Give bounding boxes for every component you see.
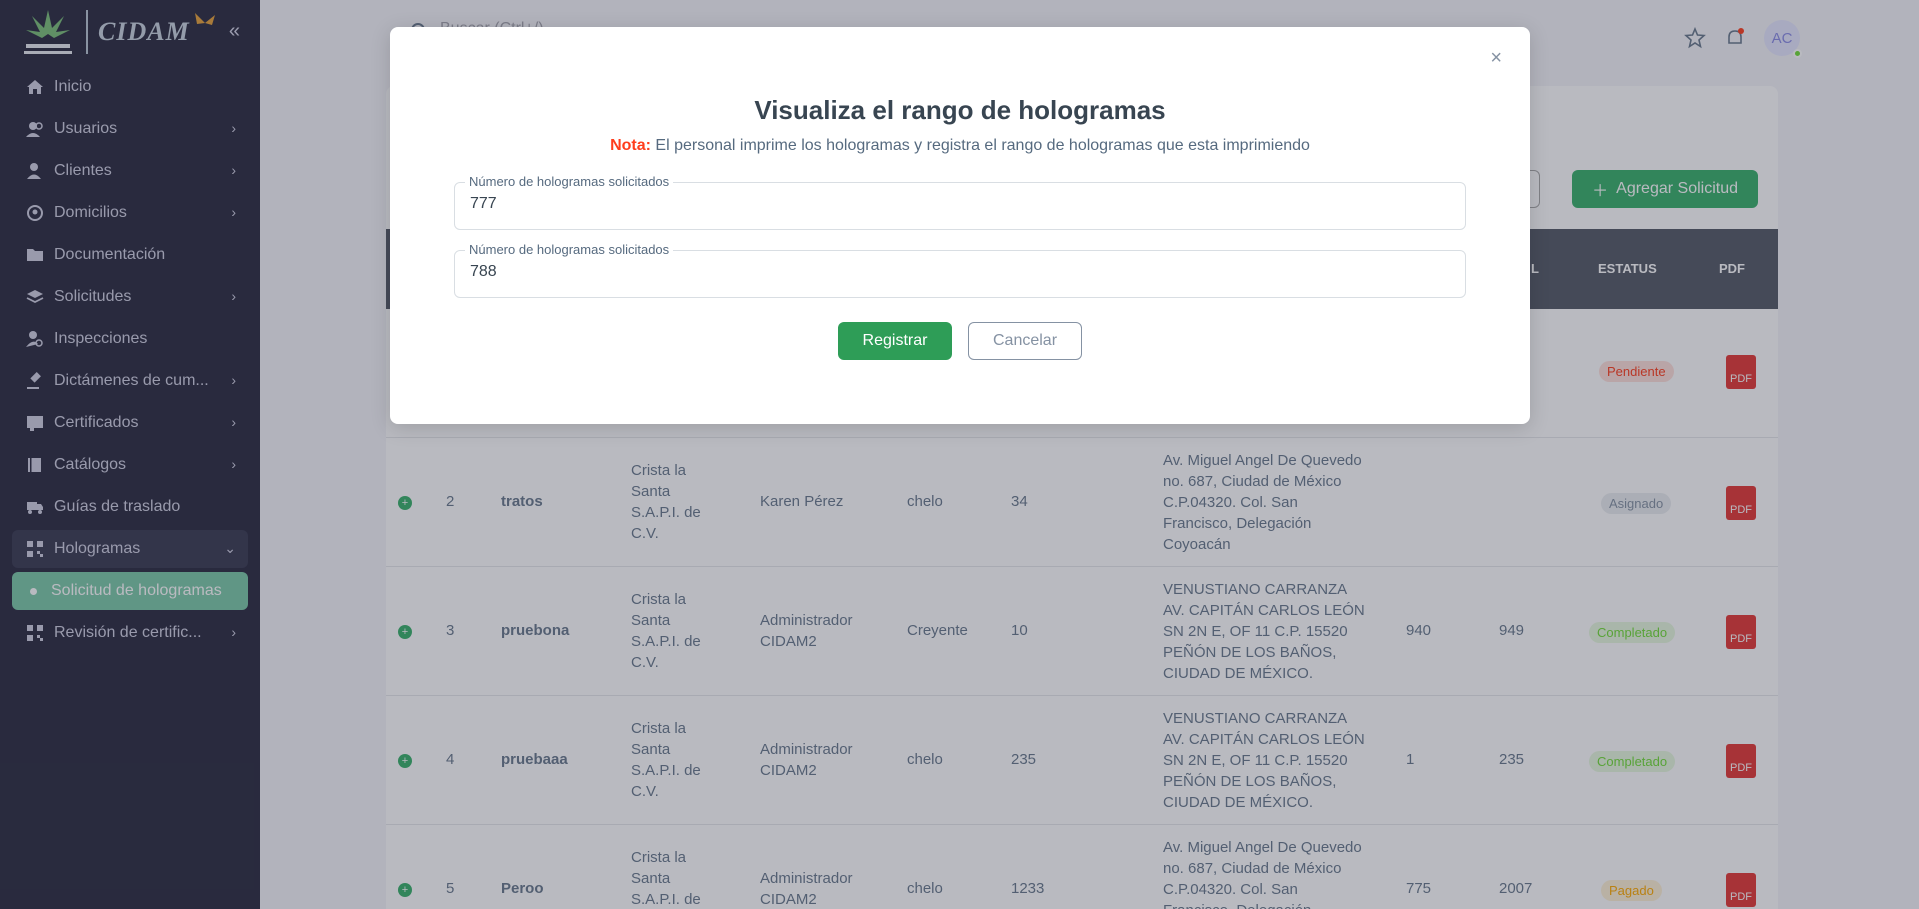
cancel-button[interactable]: Cancelar	[968, 322, 1082, 360]
holograms-end-field: Número de hologramas solicitados	[454, 242, 1466, 298]
holograms-start-label: Número de hologramas solicitados	[465, 174, 674, 189]
note-label: Nota:	[610, 137, 651, 154]
modal-note: Nota: El personal imprime los hologramas…	[390, 137, 1530, 155]
holograms-start-input[interactable]	[470, 195, 1370, 213]
note-text: El personal imprime los hologramas y reg…	[650, 137, 1310, 154]
register-button[interactable]: Registrar	[838, 322, 952, 360]
close-icon[interactable]: ×	[1490, 47, 1502, 70]
modal-title: Visualiza el rango de hologramas	[754, 95, 1166, 125]
holograms-end-input[interactable]	[470, 263, 1370, 281]
holograms-end-label: Número de hologramas solicitados	[465, 242, 674, 257]
hologram-range-modal: × Visualiza el rango de hologramas Nota:…	[390, 27, 1530, 424]
holograms-start-field: Número de hologramas solicitados	[454, 174, 1466, 230]
